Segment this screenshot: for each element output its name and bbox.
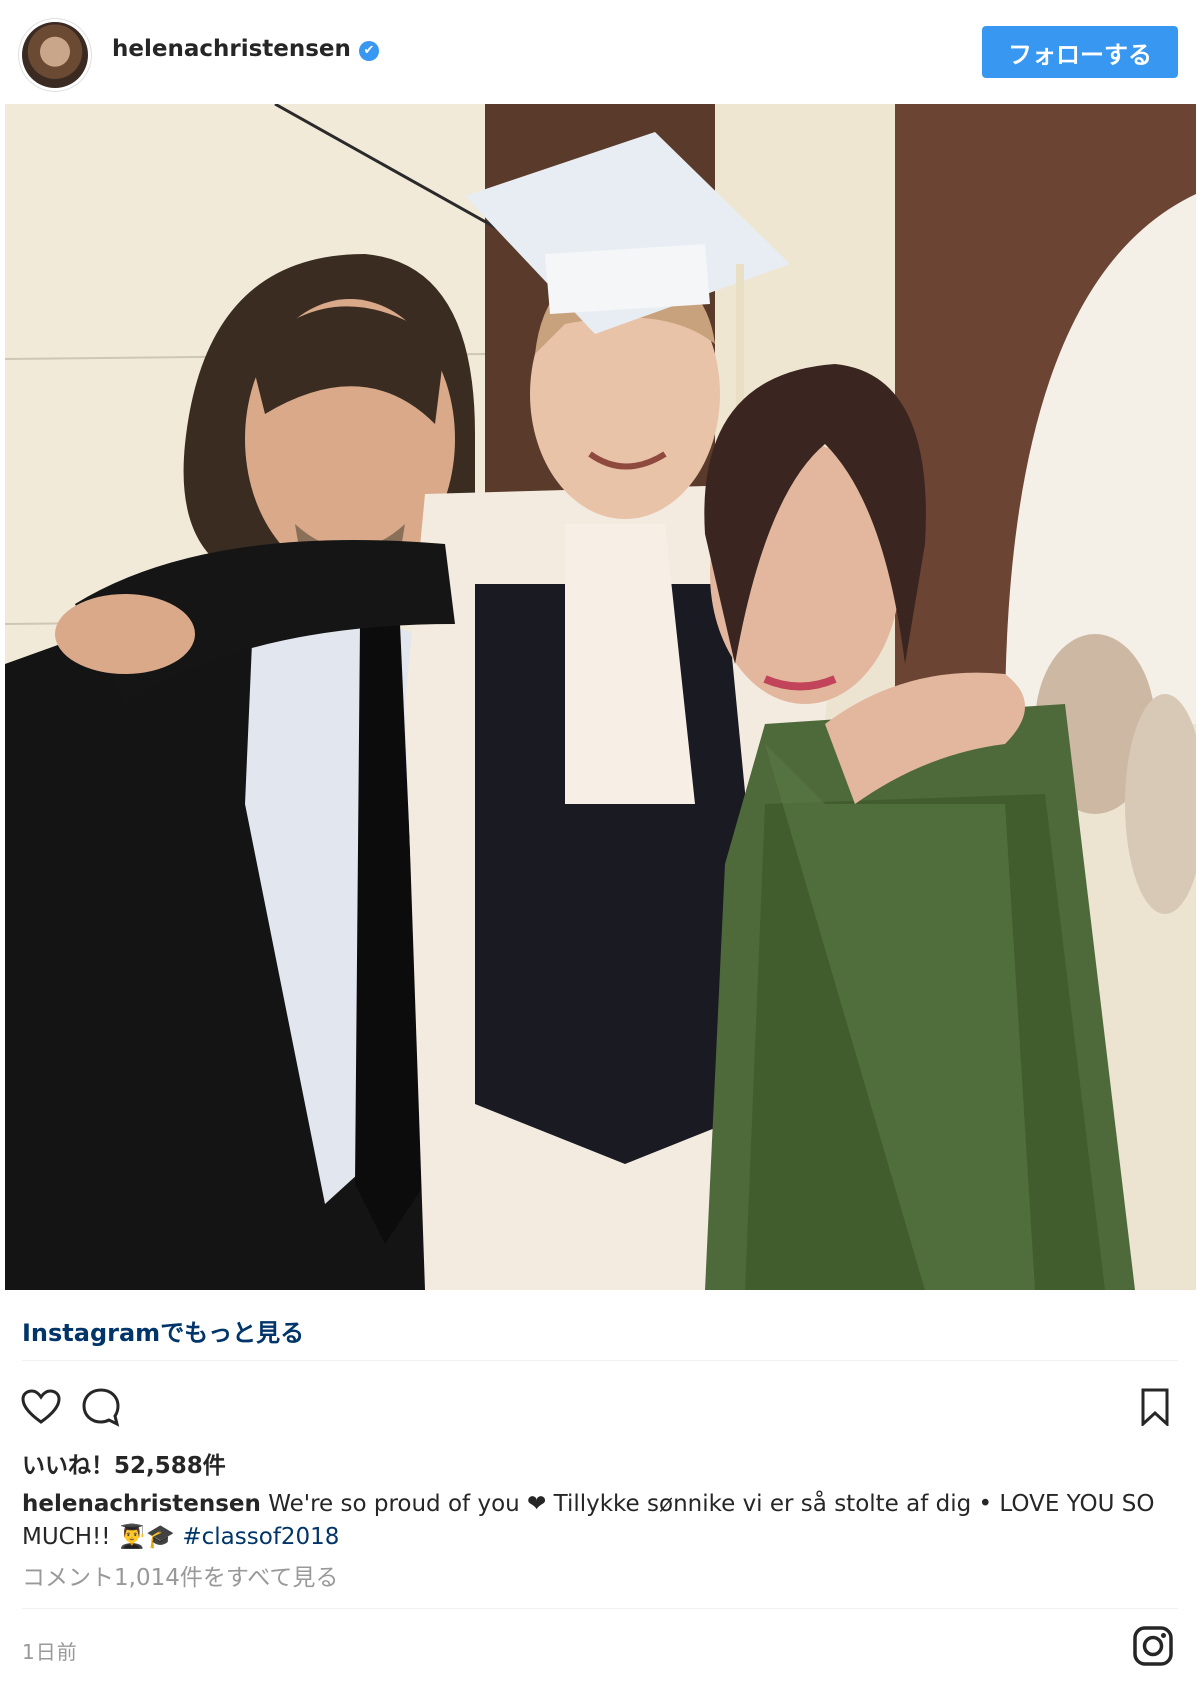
- hashtag-link[interactable]: #classof2018: [182, 1524, 339, 1550]
- divider: [22, 1608, 1178, 1609]
- view-more-on-instagram-link[interactable]: Instagramでもっと見る: [22, 1313, 304, 1348]
- comment-icon[interactable]: [76, 1382, 126, 1432]
- post-header: helenachristensen ✔ フォローする: [0, 0, 1200, 104]
- instagram-embed: helenachristensen ✔ フォローする Instagramでもっと…: [0, 0, 1200, 1701]
- heart-icon[interactable]: [16, 1382, 66, 1432]
- view-all-comments-link[interactable]: コメント1,014件をすべて見る: [22, 1558, 338, 1592]
- verified-badge-icon: ✔: [358, 41, 379, 61]
- action-bar: [0, 1382, 1200, 1438]
- avatar[interactable]: [22, 22, 88, 88]
- caption: helenachristensen We're so proud of you …: [22, 1488, 1172, 1554]
- divider: [22, 1360, 1178, 1361]
- instagram-icon[interactable]: [1132, 1625, 1174, 1667]
- post-timestamp[interactable]: 1日前: [22, 1636, 78, 1665]
- caption-username[interactable]: helenachristensen: [22, 1491, 261, 1517]
- post-photo-illustration: [5, 104, 1196, 1290]
- bookmark-icon[interactable]: [1130, 1382, 1180, 1432]
- follow-button[interactable]: フォローする: [982, 26, 1178, 78]
- username-label: helenachristensen: [112, 36, 351, 62]
- username-link[interactable]: helenachristensen ✔: [112, 36, 379, 62]
- like-count[interactable]: いいね！52,588件: [22, 1446, 226, 1480]
- post-photo[interactable]: [5, 104, 1196, 1290]
